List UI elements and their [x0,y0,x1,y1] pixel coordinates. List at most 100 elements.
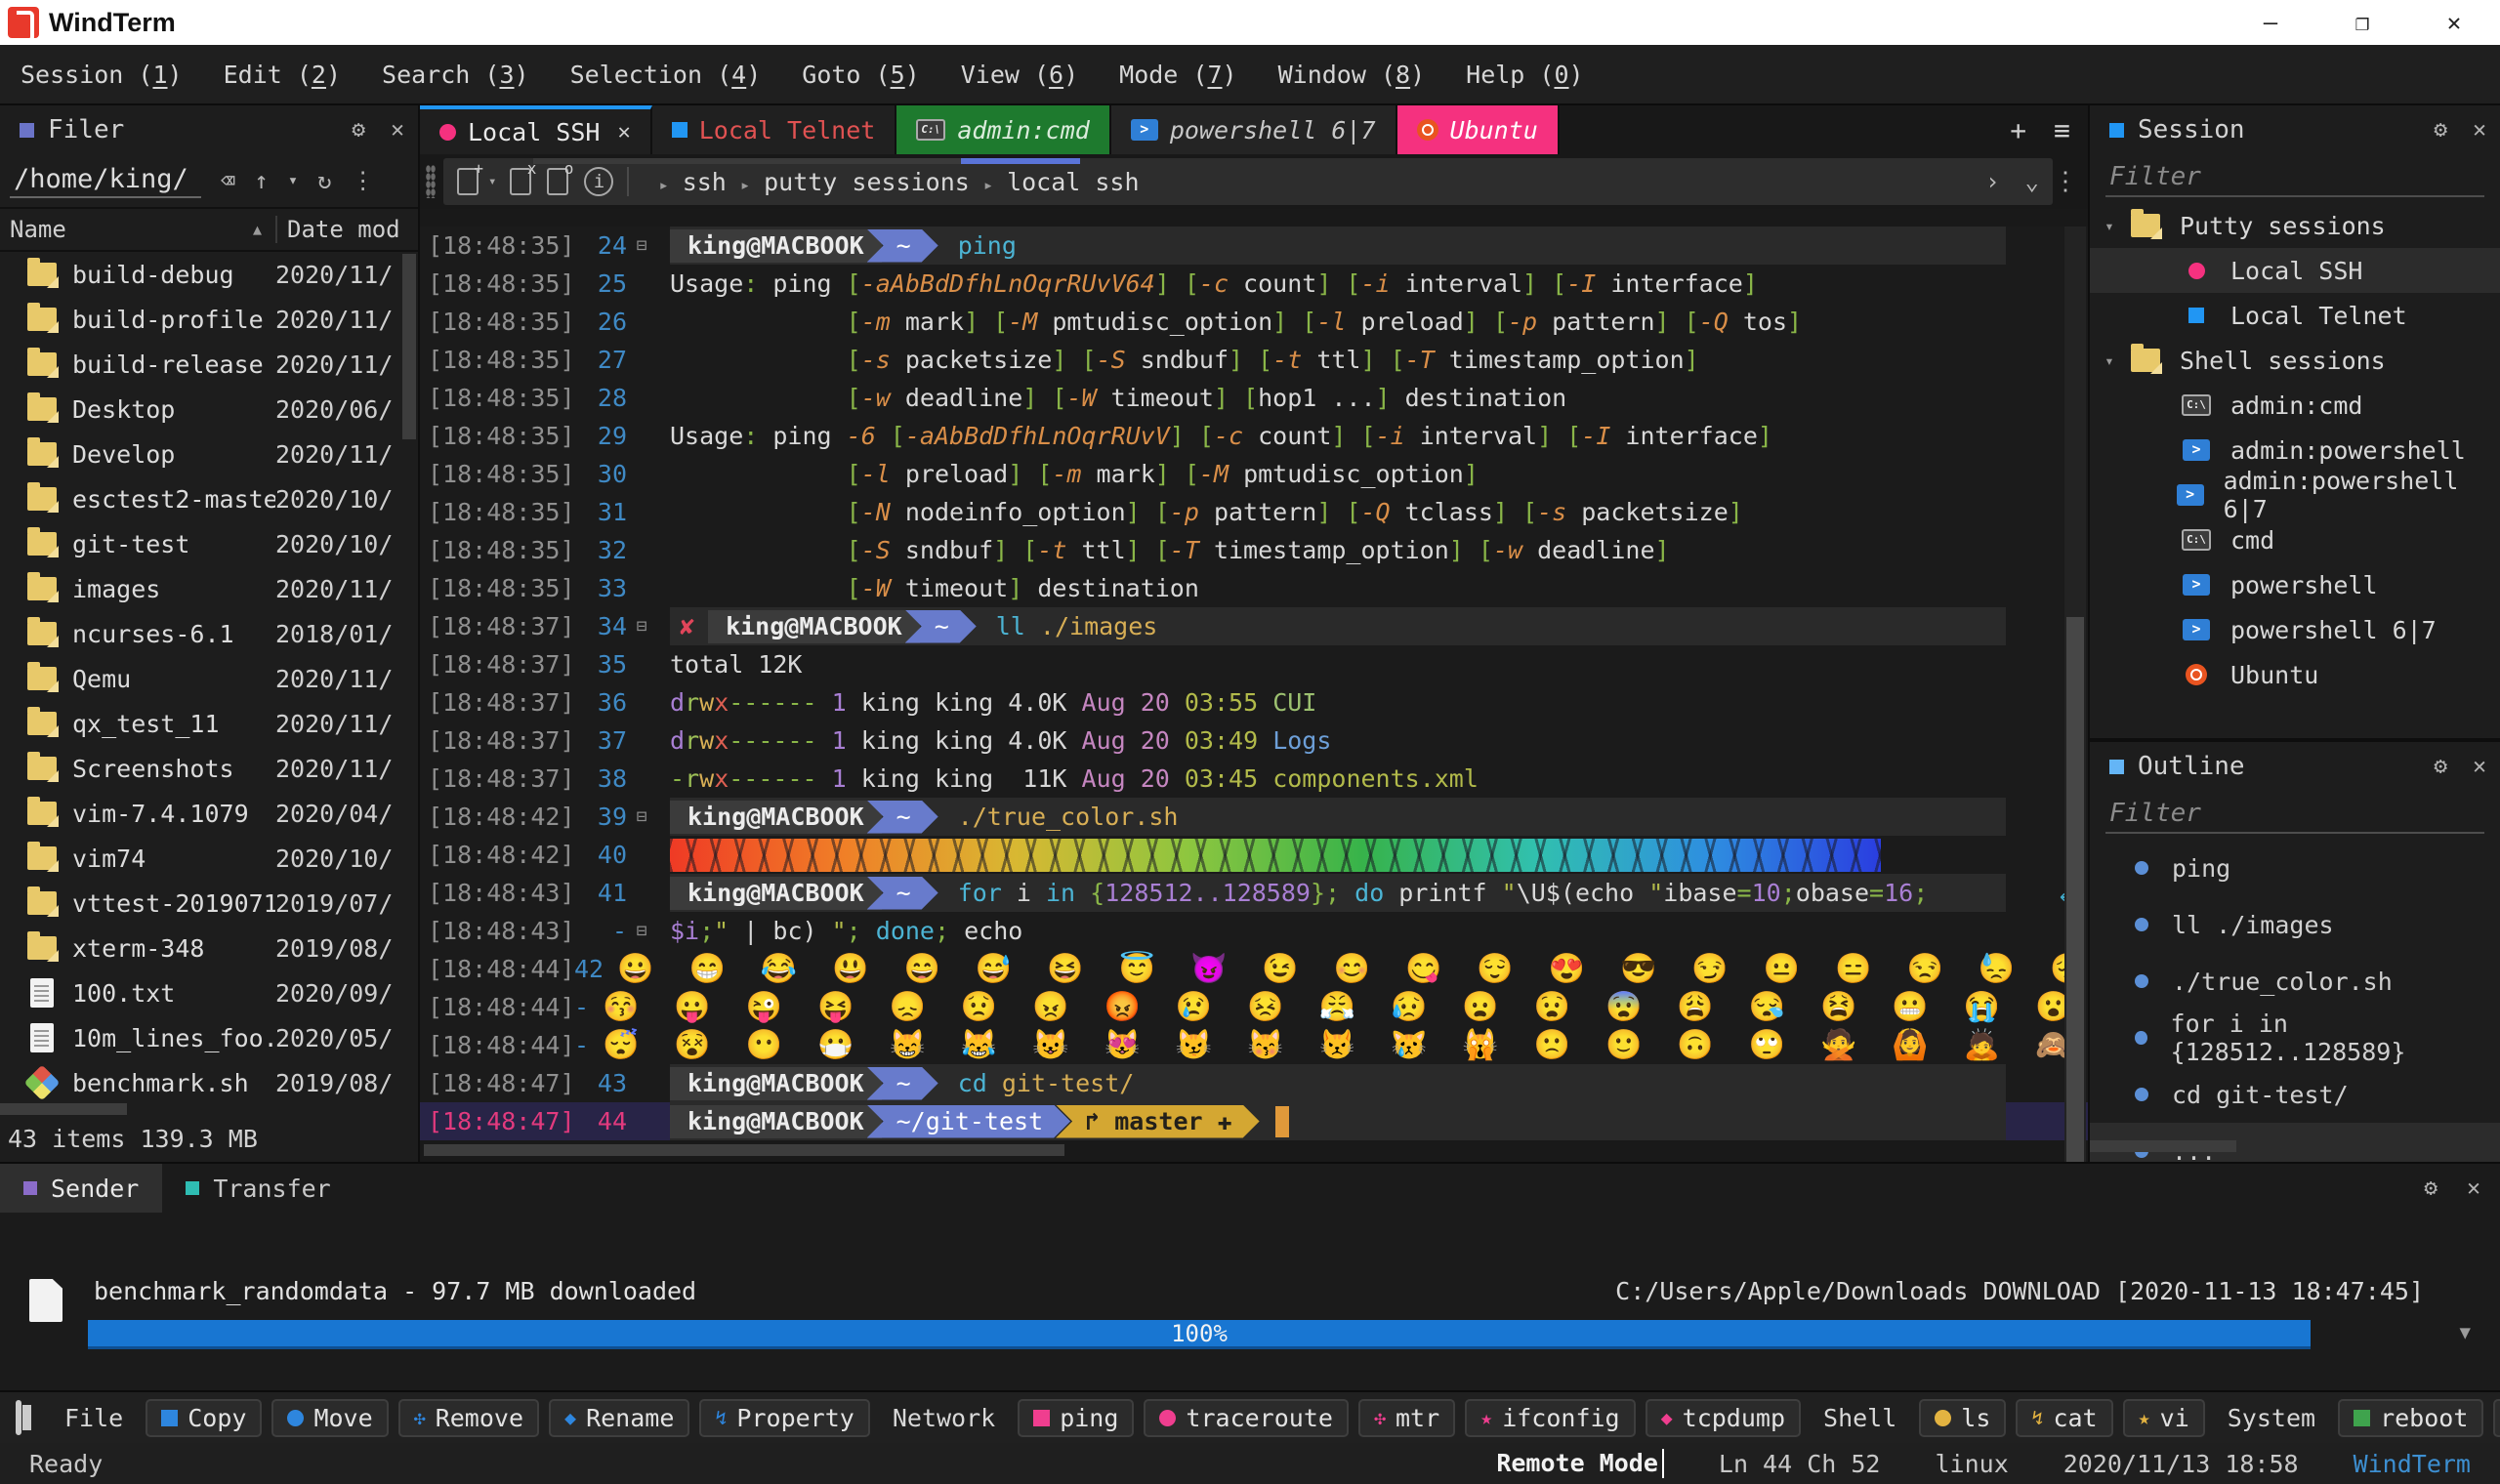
cursor-position[interactable]: Ln 44 Ch 52 [1719,1450,1881,1478]
clone-tab-icon[interactable]: o [547,168,568,195]
outline-item[interactable]: ll ./images [2090,896,2500,953]
outline-item[interactable]: for i in {128512..128589} [2090,1010,2500,1066]
session-item-shell-sessions[interactable]: ▾Shell sessions [2090,338,2500,383]
file-row[interactable]: build-release2020/11/ [0,342,418,387]
fold-marker-icon[interactable]: ⊟ [627,235,656,256]
file-row[interactable]: qx_test_112020/11/ [0,701,418,746]
chevron-down-icon[interactable]: ▾ [2090,351,2129,370]
transfer-dropdown-icon[interactable]: ▼ [2460,1322,2471,1343]
session-item-admin-powershell-6-7[interactable]: >admin:powershell 6|7 [2090,473,2500,517]
session-item-local-telnet[interactable]: Local Telnet [2090,293,2500,338]
gear-icon[interactable]: ⚙ [352,117,365,143]
breadcrumb-item-putty-sessions[interactable]: putty sessions [764,168,970,196]
toolbar-button-traceroute[interactable]: traceroute [1144,1399,1349,1437]
toolbar-button-property[interactable]: ↯Property [699,1399,869,1437]
info-icon[interactable]: i [584,167,613,196]
windterm-brand[interactable]: WindTerm [2354,1450,2471,1478]
session-item-local-ssh[interactable]: Local SSH [2090,248,2500,293]
minimize-button[interactable]: – [2225,0,2316,45]
clear-path-icon[interactable]: ⌫ [221,167,234,194]
toolbar-button-ifconfig[interactable]: ★ifconfig [1465,1399,1635,1437]
outline-item[interactable]: ping [2090,840,2500,896]
gear-icon[interactable]: ⚙ [2434,754,2447,779]
file-row[interactable]: Qemu2020/11/ [0,656,418,701]
close-tab-icon[interactable]: ✕ [617,120,630,144]
file-row[interactable]: build-profile2020/11/ [0,297,418,342]
session-item-powershell-6-7[interactable]: >powershell 6|7 [2090,607,2500,652]
terminal-output[interactable]: [18:48:35]24⊟king@MACBOOK~ping[18:48:35]… [420,227,2088,1140]
tab-ubuntu[interactable]: Ubuntu [1397,105,1560,154]
fold-marker-icon[interactable]: ⊟ [627,616,656,637]
outline-horizontal-scrollbar[interactable] [2090,1140,2236,1152]
session-item-admin-cmd[interactable]: C:\admin:cmd [2090,383,2500,428]
outline-item[interactable]: cd git-test/ [2090,1066,2500,1123]
session-item-powershell[interactable]: >powershell [2090,562,2500,607]
file-row[interactable]: xterm-3482019/08/ [0,926,418,970]
outline-item[interactable]: ./true_color.sh [2090,953,2500,1010]
tab-list-icon[interactable]: ≡ [2054,114,2070,146]
file-row[interactable]: Desktop2020/06/ [0,387,418,432]
filer-kebab-icon[interactable]: ⋮ [352,167,375,194]
outline-filter-input[interactable]: Filter [2105,799,2484,834]
expand-prompt-icon[interactable]: › [1985,168,1999,195]
toolbar-button-move[interactable]: Move [271,1399,388,1437]
terminal-top-scrollbar[interactable] [533,158,1080,164]
file-row[interactable]: vim-7.4.10792020/04/ [0,791,418,836]
close-icon[interactable]: ✕ [2473,754,2486,779]
file-row[interactable]: Develop2020/11/ [0,432,418,476]
tab-local-ssh[interactable]: Local SSH✕ [420,105,652,154]
tab-local-telnet[interactable]: Local Telnet [652,105,897,154]
close-icon[interactable]: ✕ [391,117,404,143]
refresh-icon[interactable]: ↻ [317,167,331,194]
column-date-modified[interactable]: Date mod [275,216,418,243]
file-row[interactable]: build-debug2020/11/ [0,252,418,297]
transfer-tab-transfer[interactable]: Transfer [162,1164,354,1213]
close-tab-icon[interactable]: x [510,168,531,195]
toolbar-button-mtr[interactable]: ✣mtr [1358,1399,1455,1437]
file-row[interactable]: vim742020/10/ [0,836,418,881]
new-tab-icon[interactable]: + [457,168,479,195]
fold-marker-icon[interactable]: ⊟ [627,806,656,827]
file-row[interactable]: Screenshots2020/11/ [0,746,418,791]
file-row[interactable]: esctest2-master2020/10/ [0,476,418,521]
transfer-tab-sender[interactable]: Sender [0,1164,162,1213]
menu-item-search[interactable]: Search (3) [361,61,550,89]
session-item-cmd[interactable]: C:\cmd [2090,517,2500,562]
column-name[interactable]: Name ▲ [0,216,275,243]
toolbar-button-ls[interactable]: ls [1919,1399,2006,1437]
gear-icon[interactable]: ⚙ [2434,117,2447,143]
toolbar-button-ping[interactable]: ping [1018,1399,1134,1437]
add-tab-icon[interactable]: + [2010,114,2026,146]
filer-horizontal-scrollbar[interactable] [0,1103,127,1115]
close-icon[interactable]: ✕ [2467,1175,2480,1201]
session-item-ubuntu[interactable]: Ubuntu [2090,652,2500,697]
toolbar-button-cat[interactable]: ↯cat [2016,1399,2112,1437]
drag-handle[interactable] [426,165,436,198]
menu-item-selection[interactable]: Selection (4) [550,61,782,89]
collapse-icon[interactable]: ⌄ [2025,168,2039,195]
fold-marker-icon[interactable]: ⊟ [627,921,656,941]
file-row[interactable]: 100.txt2020/09/ [0,970,418,1015]
session-filter-input[interactable]: Filter [2105,162,2484,197]
path-dropdown-icon[interactable]: ▾ [288,171,298,190]
menu-item-view[interactable]: View (6) [940,61,1099,89]
mode-indicator[interactable]: Remote Mode [1496,1449,1664,1478]
filer-vertical-scrollbar[interactable] [402,254,416,439]
terminal-horizontal-scrollbar[interactable] [424,1144,1064,1156]
tab-powershell-6-7[interactable]: >powershell 6|7 [1111,105,1397,154]
new-tab-dropdown-icon[interactable]: ▾ [488,174,496,189]
gear-icon[interactable]: ⚙ [2424,1175,2438,1201]
file-row[interactable]: git-test2020/10/ [0,521,418,566]
menu-item-mode[interactable]: Mode (7) [1099,61,1257,89]
toolbar-button-copy[interactable]: Copy [146,1399,262,1437]
toolbar-button-reboot[interactable]: reboot [2338,1399,2483,1437]
toolbar-button-rename[interactable]: ◆Rename [549,1399,689,1437]
file-row[interactable]: images2020/11/ [0,566,418,611]
chevron-down-icon[interactable]: ▾ [2090,217,2129,235]
tab-admin-cmd[interactable]: C:\admin:cmd [896,105,1110,154]
toolbar-button-remove[interactable]: ✣Remove [398,1399,539,1437]
menu-item-help[interactable]: Help (0) [1445,61,1604,89]
os-indicator[interactable]: linux [1935,1450,2008,1478]
toolbar-button-tcpdump[interactable]: ◆tcpdump [1646,1399,1801,1437]
up-directory-icon[interactable]: ↑ [254,167,268,194]
